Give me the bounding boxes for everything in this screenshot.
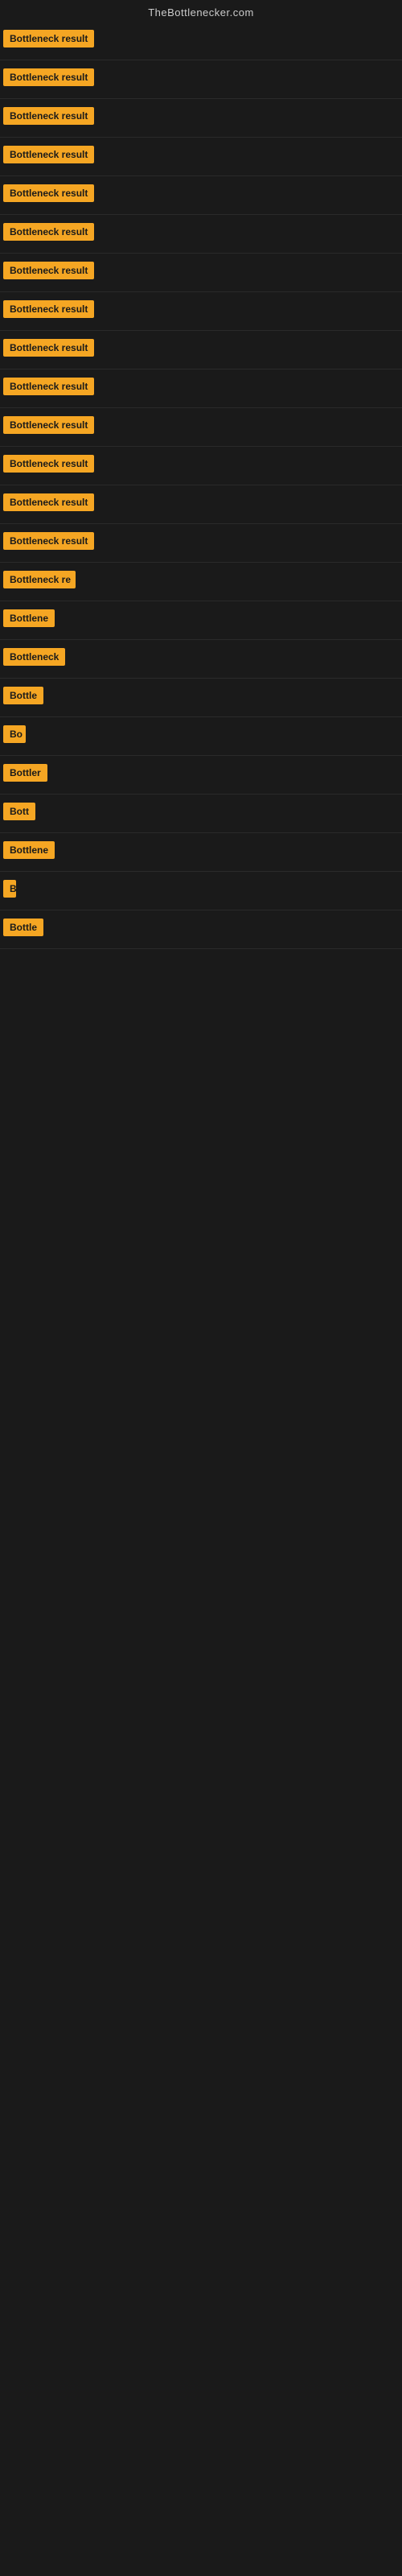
- bottleneck-result-badge[interactable]: Bottleneck result: [3, 532, 94, 550]
- bottleneck-result-badge[interactable]: Bottleneck result: [3, 300, 94, 318]
- bottleneck-result-badge[interactable]: Bo: [3, 725, 26, 743]
- list-item: Bottlene: [0, 833, 402, 872]
- site-title: TheBottlenecker.com: [148, 6, 254, 19]
- bottleneck-result-badge[interactable]: Bottleneck result: [3, 455, 94, 473]
- list-item: Bottleneck result: [0, 408, 402, 447]
- rows-container: Bottleneck result Bottleneck result Bottle…: [0, 22, 402, 949]
- bottleneck-result-badge[interactable]: Bottle: [3, 919, 43, 936]
- list-item: Bottleneck result: [0, 485, 402, 524]
- bottleneck-result-badge[interactable]: Bottleneck: [3, 648, 65, 666]
- list-item: Bottleneck result: [0, 524, 402, 563]
- list-item: Bottler: [0, 756, 402, 795]
- bottleneck-result-badge[interactable]: Bottlene: [3, 841, 55, 859]
- list-item: Bottleneck result: [0, 22, 402, 60]
- list-item: Bottle: [0, 910, 402, 949]
- site-header: TheBottlenecker.com: [0, 0, 402, 22]
- bottleneck-result-badge[interactable]: Bottleneck result: [3, 30, 94, 47]
- list-item: Bottleneck result: [0, 331, 402, 369]
- bottleneck-result-badge[interactable]: Bottleneck result: [3, 223, 94, 241]
- bottleneck-result-badge[interactable]: Bottler: [3, 764, 47, 782]
- list-item: Bottleneck result: [0, 254, 402, 292]
- list-item: Bottleneck result: [0, 99, 402, 138]
- list-item: Bottleneck result: [0, 369, 402, 408]
- list-item: Bottleneck result: [0, 292, 402, 331]
- list-item: Bottleneck result: [0, 60, 402, 99]
- bottleneck-result-badge[interactable]: Bottleneck result: [3, 146, 94, 163]
- bottleneck-result-badge[interactable]: Bottleneck result: [3, 378, 94, 395]
- list-item: Bottlene: [0, 601, 402, 640]
- bottleneck-result-badge[interactable]: Bottleneck result: [3, 416, 94, 434]
- bottleneck-result-badge[interactable]: B: [3, 880, 16, 898]
- bottleneck-result-badge[interactable]: Bottleneck re: [3, 571, 76, 588]
- list-item: Bottleneck result: [0, 215, 402, 254]
- list-item: Bottleneck: [0, 640, 402, 679]
- list-item: Bo: [0, 717, 402, 756]
- bottleneck-result-badge[interactable]: Bottleneck result: [3, 262, 94, 279]
- list-item: B: [0, 872, 402, 910]
- list-item: Bottle: [0, 679, 402, 717]
- bottleneck-result-badge[interactable]: Bottlene: [3, 609, 55, 627]
- bottleneck-result-badge[interactable]: Bottleneck result: [3, 339, 94, 357]
- bottleneck-result-badge[interactable]: Bottle: [3, 687, 43, 704]
- bottleneck-result-badge[interactable]: Bott: [3, 803, 35, 820]
- list-item: Bott: [0, 795, 402, 833]
- bottleneck-result-badge[interactable]: Bottleneck result: [3, 184, 94, 202]
- list-item: Bottleneck re: [0, 563, 402, 601]
- list-item: Bottleneck result: [0, 447, 402, 485]
- list-item: Bottleneck result: [0, 176, 402, 215]
- bottleneck-result-badge[interactable]: Bottleneck result: [3, 493, 94, 511]
- bottleneck-result-badge[interactable]: Bottleneck result: [3, 68, 94, 86]
- list-item: Bottleneck result: [0, 138, 402, 176]
- bottleneck-result-badge[interactable]: Bottleneck result: [3, 107, 94, 125]
